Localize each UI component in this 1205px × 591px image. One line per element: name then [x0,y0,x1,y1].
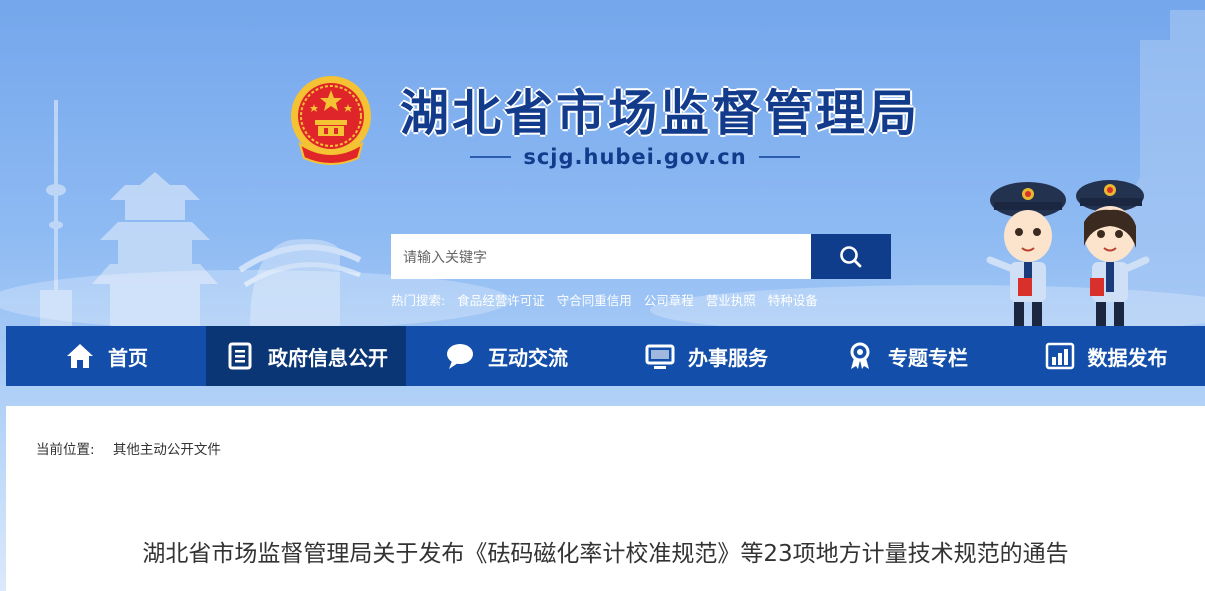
breadcrumb: 当前位置: 其他主动公开文件 [36,438,221,458]
nav-label: 专题专栏 [888,345,968,370]
hot-search-label: 热门搜索: [391,293,446,308]
site-domain: scjg.hubei.gov.cn [470,143,801,171]
male-officer-mascot [986,182,1066,326]
hot-search-item[interactable]: 特种设备 [768,290,818,309]
chat-bubble-icon [444,340,476,372]
nav-item-interaction[interactable]: 互动交流 [406,326,606,386]
female-officer-mascot [1076,180,1150,326]
search-button[interactable] [811,234,891,279]
hot-search-item[interactable]: 公司章程 [644,290,694,309]
hot-search-item[interactable]: 食品经营许可证 [457,290,545,309]
home-icon [64,340,96,372]
search-bar [391,234,891,279]
nav-item-home[interactable]: 首页 [6,326,206,386]
nav-item-topics[interactable]: 专题专栏 [806,326,1006,386]
header-banner: 湖北省市场监督管理局 scjg.hubei.gov.cn 热门搜索: 食品经营许… [0,0,1205,326]
award-ribbon-icon [844,340,876,372]
nav-item-services[interactable]: 办事服务 [606,326,806,386]
content-panel: 当前位置: 其他主动公开文件 湖北省市场监督管理局关于发布《砝码磁化率计校准规范… [6,406,1205,591]
divider [758,156,801,158]
nav-item-gov-info[interactable]: 政府信息公开 [206,326,406,386]
breadcrumb-label: 当前位置: [36,442,95,458]
nav-item-data[interactable]: 数据发布 [1006,326,1205,386]
nav-label: 办事服务 [688,345,768,370]
nav-label: 互动交流 [488,345,568,370]
bar-chart-icon [1044,340,1076,372]
search-input[interactable] [391,234,811,279]
breadcrumb-link[interactable]: 其他主动公开文件 [113,442,221,458]
hot-search-item[interactable]: 守合同重信用 [557,290,632,309]
mascot-illustration [986,180,1150,326]
divider [470,156,512,158]
domain-text: scjg.hubei.gov.cn [523,145,747,169]
nav-label: 首页 [108,345,148,370]
search-icon [840,245,862,267]
monitor-icon [644,340,676,372]
national-emblem-icon [291,76,371,165]
nav-label: 政府信息公开 [268,345,388,370]
main-nav: 首页 政府信息公开 互动交流 办事服务 专题专栏 数据发布 [6,326,1205,386]
article-title: 湖北省市场监督管理局关于发布《砝码磁化率计校准规范》等23项地方计量技术规范的通… [142,541,1069,567]
hot-search: 热门搜索: 食品经营许可证 守合同重信用 公司章程 营业执照 特种设备 [391,290,830,309]
document-list-icon [224,340,256,372]
site-title: 湖北省市场监督管理局 [400,85,921,142]
nav-label: 数据发布 [1087,345,1168,370]
hot-search-item[interactable]: 营业执照 [706,290,756,309]
